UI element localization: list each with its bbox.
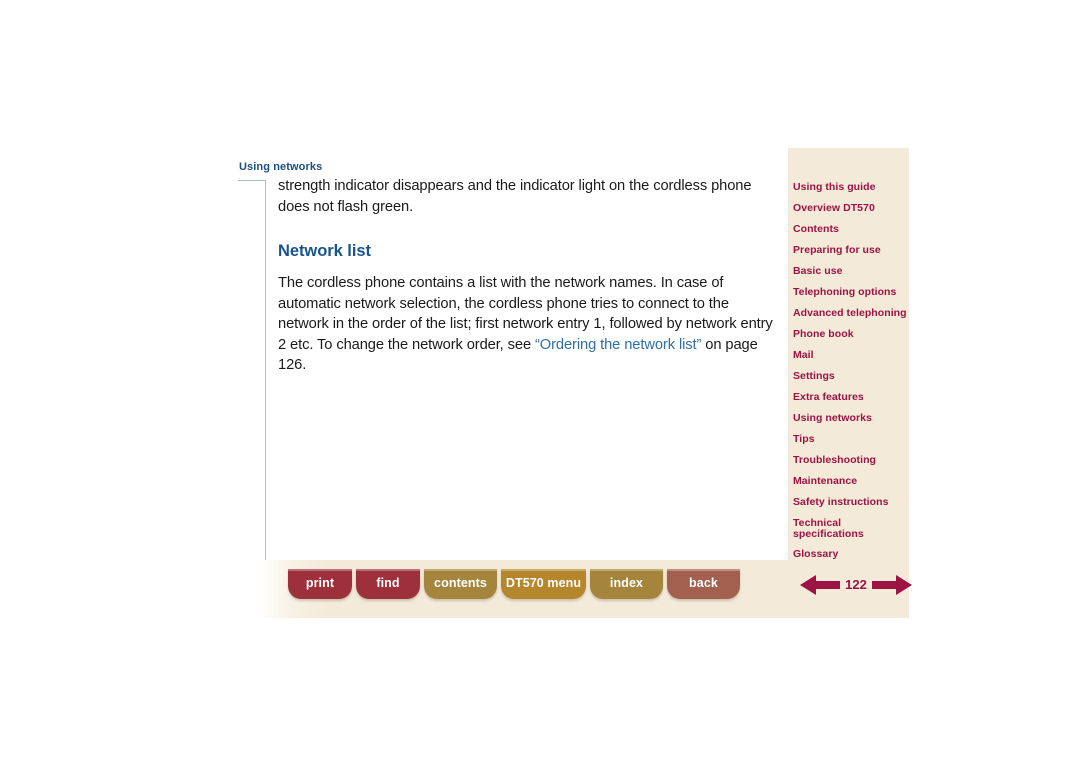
page-number-label: 122 (845, 577, 867, 592)
sidebar-item-advanced-telephoning[interactable]: Advanced telephoning (793, 308, 909, 319)
sidebar-item-troubleshooting[interactable]: Troubleshooting (793, 455, 909, 466)
sidebar-item-tips[interactable]: Tips (793, 434, 909, 445)
back-button[interactable]: back (667, 569, 740, 599)
sidebar-item-phone-book[interactable]: Phone book (793, 329, 909, 340)
index-button[interactable]: index (590, 569, 663, 599)
section-header: Using networks (239, 161, 323, 173)
sidebar-item-telephoning-options[interactable]: Telephoning options (793, 287, 909, 298)
sidebar-item-extra-features[interactable]: Extra features (793, 392, 909, 403)
sidebar-item-maintenance[interactable]: Maintenance (793, 476, 909, 487)
paragraph-continued: strength indicator disappears and the in… (278, 178, 752, 215)
sidebar-item-settings[interactable]: Settings (793, 371, 909, 382)
dt570-menu-button[interactable]: DT570 menu (501, 569, 586, 599)
main-content: strength indicator disappears and the in… (278, 176, 774, 376)
sidebar-item-preparing-for-use[interactable]: Preparing for use (793, 245, 909, 256)
print-button[interactable]: print (288, 569, 352, 599)
paragraph-network-list: The cordless phone contains a list with … (278, 273, 774, 376)
sidebar-navigation: Using this guide Overview DT570 Contents… (788, 148, 909, 579)
cross-reference-link[interactable]: “Ordering the network list” (535, 337, 701, 353)
sidebar-item-using-this-guide[interactable]: Using this guide (793, 182, 909, 193)
page-title: Network list (278, 242, 371, 260)
sidebar-item-safety-instructions[interactable]: Safety instructions (793, 497, 909, 508)
sidebar-item-list: Using this guide Overview DT570 Contents… (793, 182, 909, 570)
sidebar-item-overview-dt570[interactable]: Overview DT570 (793, 203, 909, 214)
pdf-page: Using this guide Overview DT570 Contents… (0, 0, 1080, 763)
sidebar-item-using-networks[interactable]: Using networks (793, 413, 909, 424)
sidebar-item-technical-specifications[interactable]: Technical specifications (793, 518, 909, 539)
find-button[interactable]: find (356, 569, 420, 599)
sidebar-item-contents[interactable]: Contents (793, 224, 909, 235)
contents-button[interactable]: contents (424, 569, 497, 599)
sidebar-item-glossary[interactable]: Glossary (793, 549, 909, 560)
sidebar-item-basic-use[interactable]: Basic use (793, 266, 909, 277)
content-rule-vertical (265, 180, 266, 560)
sidebar-item-mail[interactable]: Mail (793, 350, 909, 361)
page-navigation: 122 (800, 572, 912, 598)
header-rule-horizontal (238, 180, 266, 181)
